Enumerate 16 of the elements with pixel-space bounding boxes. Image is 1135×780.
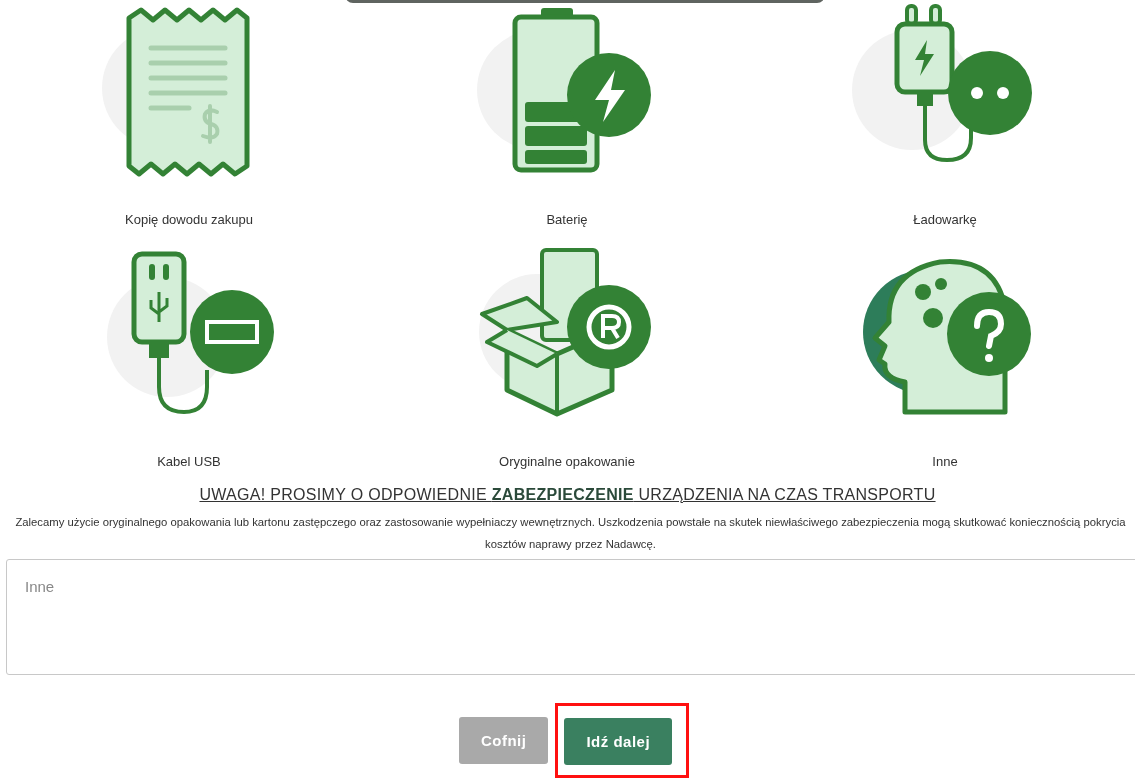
item-label: Kabel USB <box>157 454 221 469</box>
receipt-icon <box>102 7 250 177</box>
notice-text: Zalecamy użycie oryginalnego opakowania lub kartonu zastępczego oraz zastosowanie wypełniaczy wewnętrznych. Uszkodzenia powstałe na skutek niewłaściwego zabezpieczenia mogą skutkować koniecznością pokrycia kosztów naprawy przez Nadawcę. <box>14 515 1127 552</box>
usb-plug-icon <box>107 251 274 414</box>
nav-button[interactable]: Idź dalej <box>564 718 673 765</box>
charger-icon <box>852 4 1032 162</box>
box-icon <box>479 248 651 417</box>
item-label: Kopię dowodu zakupu <box>125 212 253 227</box>
battery-icon <box>477 8 651 173</box>
comment-field[interactable]: Inne <box>6 559 1135 675</box>
item-label: Ładowarkę <box>913 212 977 227</box>
item-label: Oryginalne opakowanie <box>499 454 635 469</box>
notice-heading: UWAGA! PROSIMY O ODPOWIEDNIE ZABEZPIECZENIE URZĄDZENIA NA CZAS TRANSPORTU <box>199 486 936 504</box>
item-label: Baterię <box>546 212 588 227</box>
item-label: Inne <box>932 454 958 469</box>
head-question-icon <box>863 259 1031 415</box>
